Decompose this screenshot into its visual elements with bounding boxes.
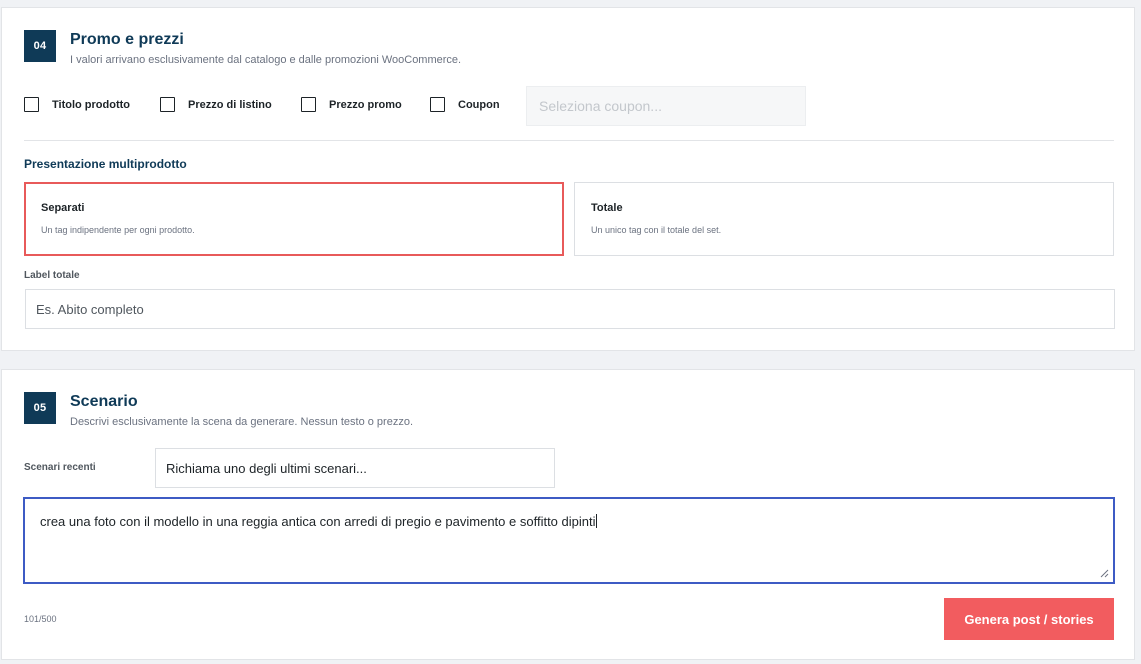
checkbox-box[interactable]: [301, 97, 316, 112]
total-label-caption: Label totale: [24, 270, 80, 281]
multiproduct-heading: Presentazione multiprodotto: [24, 157, 187, 171]
checkbox-label: Prezzo di listino: [188, 98, 272, 111]
option-title: Totale: [591, 202, 623, 214]
checkbox-box[interactable]: [24, 97, 39, 112]
promo-section-title: Promo e prezzi: [70, 31, 184, 48]
scenario-section-title: Scenario: [70, 393, 138, 410]
scenario-section-description: Descrivi esclusivamente la scena da gene…: [70, 416, 414, 428]
recent-scenarios-select[interactable]: Richiama uno degli ultimi scenari...: [155, 448, 555, 488]
checkbox-label: Titolo prodotto: [52, 98, 130, 111]
option-title: Separati: [41, 202, 85, 214]
coupon-select[interactable]: Seleziona coupon...: [526, 86, 806, 126]
option-description: Un tag indipendente per ogni prodotto.: [41, 225, 195, 235]
checkbox-label: Coupon: [458, 98, 500, 111]
checkbox-box[interactable]: [430, 97, 445, 112]
generate-post-button[interactable]: Genera post / stories: [944, 598, 1114, 640]
step-badge-04: 04: [24, 30, 56, 62]
text-caret: [595, 514, 597, 528]
checkbox-label: Prezzo promo: [329, 98, 402, 111]
checkbox-prezzo-listino[interactable]: Prezzo di listino: [160, 97, 272, 112]
scenario-prompt-text: crea una foto con il modello in una regg…: [40, 514, 596, 529]
checkbox-prezzo-promo[interactable]: Prezzo promo: [301, 97, 402, 112]
recent-scenarios-label: Scenari recenti: [24, 462, 96, 473]
promo-section-description: I valori arrivano esclusivamente dal cat…: [70, 54, 462, 66]
resize-handle-icon[interactable]: [1099, 568, 1109, 578]
scenario-section-card: 05 Scenario Descrivi esclusivamente la s…: [1, 369, 1135, 660]
total-label-input[interactable]: Es. Abito completo: [25, 289, 1115, 329]
option-card-separati[interactable]: Separati Un tag indipendente per ogni pr…: [24, 182, 564, 256]
checkbox-box[interactable]: [160, 97, 175, 112]
scenario-prompt-textarea[interactable]: crea una foto con il modello in una regg…: [23, 497, 1115, 584]
promo-section-card: 04 Promo e prezzi I valori arrivano escl…: [1, 7, 1135, 351]
checkbox-titolo-prodotto[interactable]: Titolo prodotto: [24, 97, 130, 112]
section-divider: [24, 140, 1114, 141]
char-counter: 101/500: [24, 614, 57, 624]
step-badge-05: 05: [24, 392, 56, 424]
checkbox-coupon[interactable]: Coupon: [430, 97, 500, 112]
option-description: Un unico tag con il totale del set.: [591, 225, 722, 235]
option-card-totale[interactable]: Totale Un unico tag con il totale del se…: [574, 182, 1114, 256]
